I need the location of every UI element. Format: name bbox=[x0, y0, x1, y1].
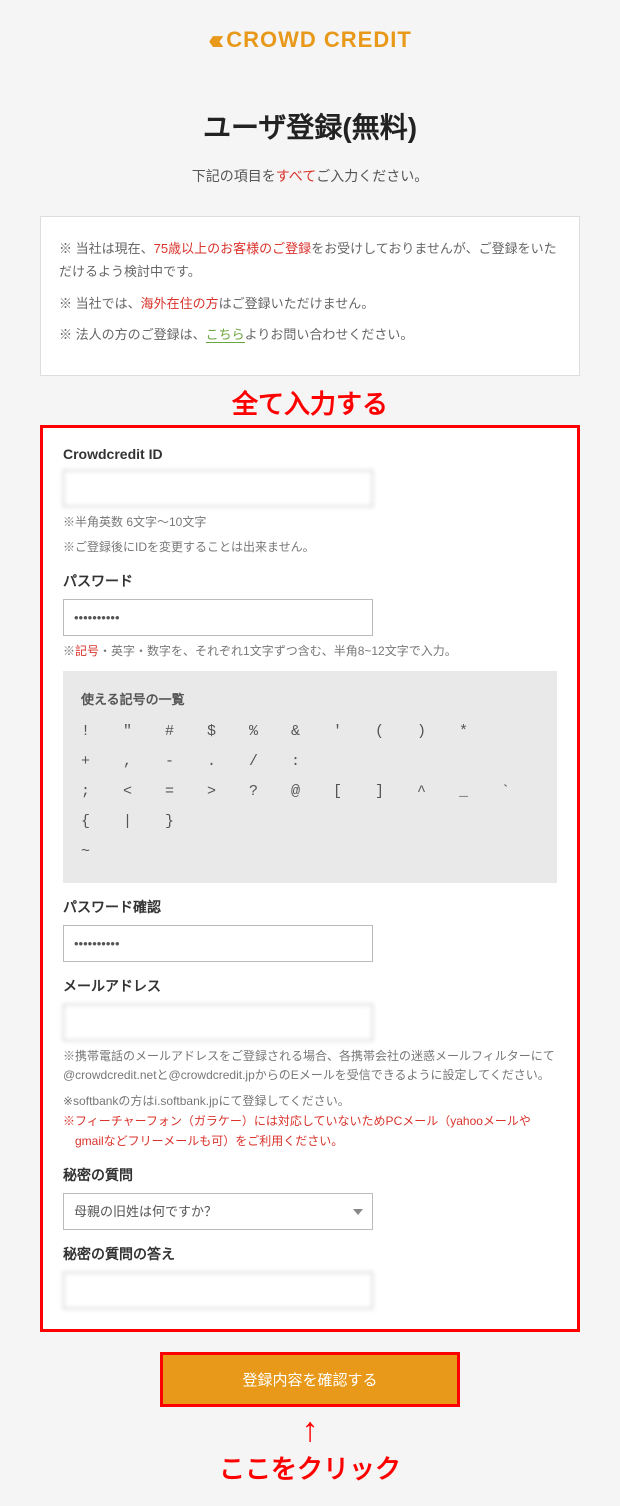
help-id-2: ※ご登録後にIDを変更することは出来ません。 bbox=[63, 538, 557, 557]
arrow-up-icon: ↑ bbox=[0, 1413, 620, 1447]
logo-text: CROWD CREDIT bbox=[226, 27, 412, 53]
label-password-confirm: パスワード確認 bbox=[63, 897, 557, 917]
logo-icon: ‹‹‹ bbox=[208, 24, 218, 56]
submit-button[interactable]: 登録内容を確認する bbox=[160, 1352, 460, 1407]
label-question: 秘密の質問 bbox=[63, 1165, 557, 1185]
form-box: Crowdcredit ID ※半角英数 6文字〜10文字 ※ご登録後にIDを変… bbox=[40, 425, 580, 1333]
field-password: パスワード ※記号・英字・数字を、それぞれ1文字ずつ含む、半角8~12文字で入力… bbox=[63, 571, 557, 883]
notice-line-1: ※ 当社は現在、75歳以上のお客様のご登録をお受けしておりませんが、ご登録をいた… bbox=[59, 237, 561, 284]
annotation-top: 全て入力する bbox=[0, 384, 620, 421]
notice-line-2: ※ 当社では、海外在住の方はご登録いただけません。 bbox=[59, 292, 561, 315]
field-answer: 秘密の質問の答え bbox=[63, 1244, 557, 1309]
symbol-row-1: ! " # $ % & ' ( ) * bbox=[81, 717, 539, 747]
label-id: Crowdcredit ID bbox=[63, 446, 557, 462]
submit-wrap: 登録内容を確認する bbox=[0, 1352, 620, 1407]
label-email: メールアドレス bbox=[63, 976, 557, 996]
label-password: パスワード bbox=[63, 571, 557, 591]
symbol-title: 使える記号の一覧 bbox=[81, 687, 539, 713]
annotation-bottom: ここをクリック bbox=[0, 1449, 620, 1506]
symbol-row-4: ~ bbox=[81, 837, 539, 867]
field-id: Crowdcredit ID ※半角英数 6文字〜10文字 ※ご登録後にIDを変… bbox=[63, 446, 557, 557]
help-email-red: ※フィーチャーフォン（ガラケー）には対応していないためPCメール（yahooメー… bbox=[63, 1111, 557, 1152]
notice-line-3: ※ 法人の方のご登録は、こちらよりお問い合わせください。 bbox=[59, 323, 561, 346]
email-input[interactable] bbox=[63, 1004, 373, 1041]
field-password-confirm: パスワード確認 bbox=[63, 897, 557, 962]
help-email-1: ※携帯電話のメールアドレスをご登録される場合、各携帯会社の迷惑メールフィルターに… bbox=[63, 1047, 557, 1085]
field-question: 秘密の質問 母親の旧姓は何ですか？ bbox=[63, 1165, 557, 1230]
page-subtitle: 下記の項目をすべてご入力ください。 bbox=[0, 166, 620, 186]
logo: ‹‹‹ CROWD CREDIT bbox=[208, 24, 412, 56]
password-input[interactable] bbox=[63, 599, 373, 636]
label-answer: 秘密の質問の答え bbox=[63, 1244, 557, 1264]
symbol-box: 使える記号の一覧 ! " # $ % & ' ( ) * + , - . / :… bbox=[63, 671, 557, 883]
field-email: メールアドレス ※携帯電話のメールアドレスをご登録される場合、各携帯会社の迷惑メ… bbox=[63, 976, 557, 1151]
id-input[interactable] bbox=[63, 470, 373, 507]
password-confirm-input[interactable] bbox=[63, 925, 373, 962]
contact-link[interactable]: こちら bbox=[206, 327, 245, 343]
help-password: ※記号・英字・数字を、それぞれ1文字ずつ含む、半角8~12文字で入力。 bbox=[63, 642, 557, 661]
symbol-row-2: + , - . / : bbox=[81, 747, 539, 777]
help-email-2: ※softbankの方はi.softbank.jpにて登録してください。 bbox=[63, 1092, 557, 1111]
answer-input[interactable] bbox=[63, 1272, 373, 1309]
symbol-row-3: ; < = > ? @ [ ] ^ _ ` { | } bbox=[81, 777, 539, 837]
help-id-1: ※半角英数 6文字〜10文字 bbox=[63, 513, 557, 532]
header: ‹‹‹ CROWD CREDIT bbox=[0, 0, 620, 66]
notice-box: ※ 当社は現在、75歳以上のお客様のご登録をお受けしておりませんが、ご登録をいた… bbox=[40, 216, 580, 376]
page-title: ユーザ登録(無料) bbox=[0, 106, 620, 146]
question-select[interactable]: 母親の旧姓は何ですか？ bbox=[63, 1193, 373, 1230]
